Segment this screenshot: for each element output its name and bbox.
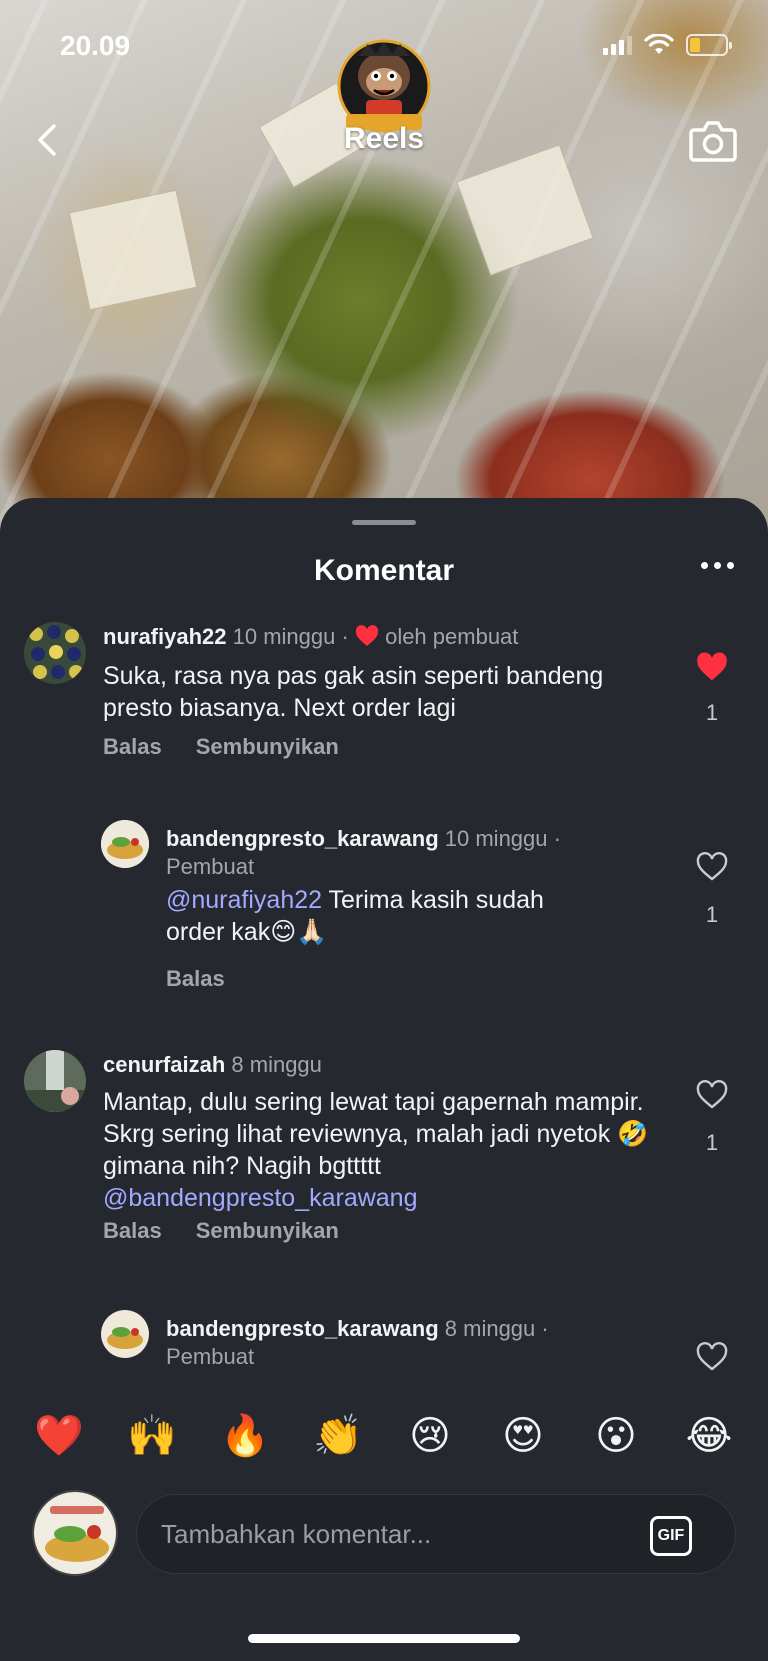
comment-time: 8 minggu (231, 1052, 322, 1077)
camera-icon (689, 121, 737, 162)
comment-username[interactable]: bandengpresto_karawang (166, 826, 439, 851)
creator-badge: Pembuat (166, 1344, 255, 1369)
emoji-reaction-bar: ❤️ 🙌 🔥 👏 😢 😍 😮 😂 (0, 1412, 768, 1472)
avatar[interactable] (101, 820, 149, 868)
mention-link[interactable]: @bandengpresto_karawang (103, 1184, 418, 1212)
comment-item: cenurfaizah 8 minggu Mantap, dulu sering… (0, 1050, 768, 1250)
comment-text: Suka, rasa nya pas gak asin seperti band… (103, 662, 604, 722)
emoji-heart-eyes[interactable]: 😍 (499, 1412, 547, 1460)
emoji-clapping[interactable]: 👏 (313, 1412, 363, 1460)
reply-button[interactable]: Balas (103, 1218, 162, 1244)
emoji-heart[interactable]: ❤️ (34, 1412, 84, 1460)
reply-button[interactable]: Balas (103, 734, 162, 760)
emoji-laughing[interactable]: 😂 (685, 1412, 733, 1460)
like-button[interactable] (696, 1342, 728, 1372)
like-count: 1 (705, 700, 719, 725)
heart-outline-icon (696, 1080, 728, 1109)
status-icons (603, 34, 732, 56)
comment-username[interactable]: cenurfaizah (103, 1052, 225, 1077)
comments-sheet: Komentar nurafiyah22 10 minggu · oleh pe… (0, 498, 768, 1661)
creator-heart-icon (355, 625, 379, 646)
heart-outline-icon (696, 852, 728, 881)
heart-filled-icon (697, 652, 727, 681)
like-count: 1 (705, 1130, 719, 1155)
like-count: 1 (705, 902, 719, 927)
comment-time: 8 minggu · (444, 1316, 549, 1341)
wifi-icon (644, 34, 674, 54)
comment-username[interactable]: bandengpresto_karawang (166, 1316, 439, 1341)
comment-item: nurafiyah22 10 minggu · oleh pembuat Suk… (0, 622, 768, 772)
comment-meta: bandengpresto_karawang 10 minggu · (166, 826, 561, 852)
hide-button[interactable]: Sembunyikan (196, 1218, 339, 1244)
like-button[interactable] (696, 1080, 728, 1110)
reply-button[interactable]: Balas (166, 966, 225, 992)
comment-emojis: 😊🙏🏻 (270, 917, 328, 946)
signal-icon (603, 35, 632, 55)
comment-composer: GIF (0, 1490, 768, 1590)
mention-link[interactable]: @nurafiyah22 (166, 886, 322, 914)
comment-meta: cenurfaizah 8 minggu (103, 1052, 322, 1078)
camera-button[interactable] (688, 118, 738, 164)
avatar[interactable] (24, 622, 86, 684)
status-time: 20.09 (60, 30, 131, 61)
hide-button[interactable]: Sembunyikan (196, 734, 339, 760)
like-button[interactable] (696, 852, 728, 882)
dot-icon (701, 562, 708, 569)
sheet-title: Komentar (313, 554, 455, 587)
creator-badge: Pembuat (166, 854, 255, 879)
dot-icon (714, 562, 721, 569)
meta-separator: · (341, 624, 349, 649)
avatar[interactable] (101, 1310, 149, 1358)
comment-input[interactable] (136, 1494, 736, 1574)
dot-icon (727, 562, 734, 569)
comment-text-body: Mantap, dulu sering lewat tapi gapernah … (103, 1088, 649, 1180)
comment-meta: nurafiyah22 10 minggu · oleh pembuat (103, 624, 518, 650)
comment-actions: Balas Sembunyikan (103, 1218, 339, 1244)
comment-time: 10 minggu · (444, 826, 561, 851)
more-options-button[interactable] (701, 562, 734, 569)
gif-button[interactable]: GIF (650, 1516, 692, 1556)
battery-icon (686, 34, 732, 56)
reels-title: Reels (343, 122, 425, 155)
comment-meta: bandengpresto_karawang 8 minggu · (166, 1316, 549, 1342)
emoji-raising-hands[interactable]: 🙌 (127, 1412, 177, 1460)
sheet-grabber[interactable] (352, 520, 416, 525)
comment-time: 10 minggu (232, 624, 336, 649)
creator-like-label: oleh pembuat (385, 624, 519, 649)
avatar[interactable] (24, 1050, 86, 1112)
comment-text: @nurafiyah22 Terima kasih sudah order ka… (166, 884, 606, 948)
heart-outline-icon (696, 1342, 728, 1371)
comment-text: Mantap, dulu sering lewat tapi gapernah … (103, 1086, 663, 1214)
current-user-avatar (32, 1490, 118, 1576)
emoji-surprised[interactable]: 😮 (592, 1412, 640, 1460)
comment-actions: Balas Sembunyikan (103, 734, 339, 760)
comment-actions: Balas (166, 966, 225, 992)
emoji-crying[interactable]: 😢 (406, 1412, 454, 1460)
emoji-fire[interactable]: 🔥 (220, 1412, 270, 1460)
like-button[interactable] (696, 652, 728, 682)
home-indicator (248, 1634, 520, 1643)
reply-item: bandengpresto_karawang 10 minggu · Pembu… (0, 820, 768, 1000)
reply-item: bandengpresto_karawang 8 minggu · Pembua… (0, 1310, 768, 1400)
comment-username[interactable]: nurafiyah22 (103, 624, 227, 649)
